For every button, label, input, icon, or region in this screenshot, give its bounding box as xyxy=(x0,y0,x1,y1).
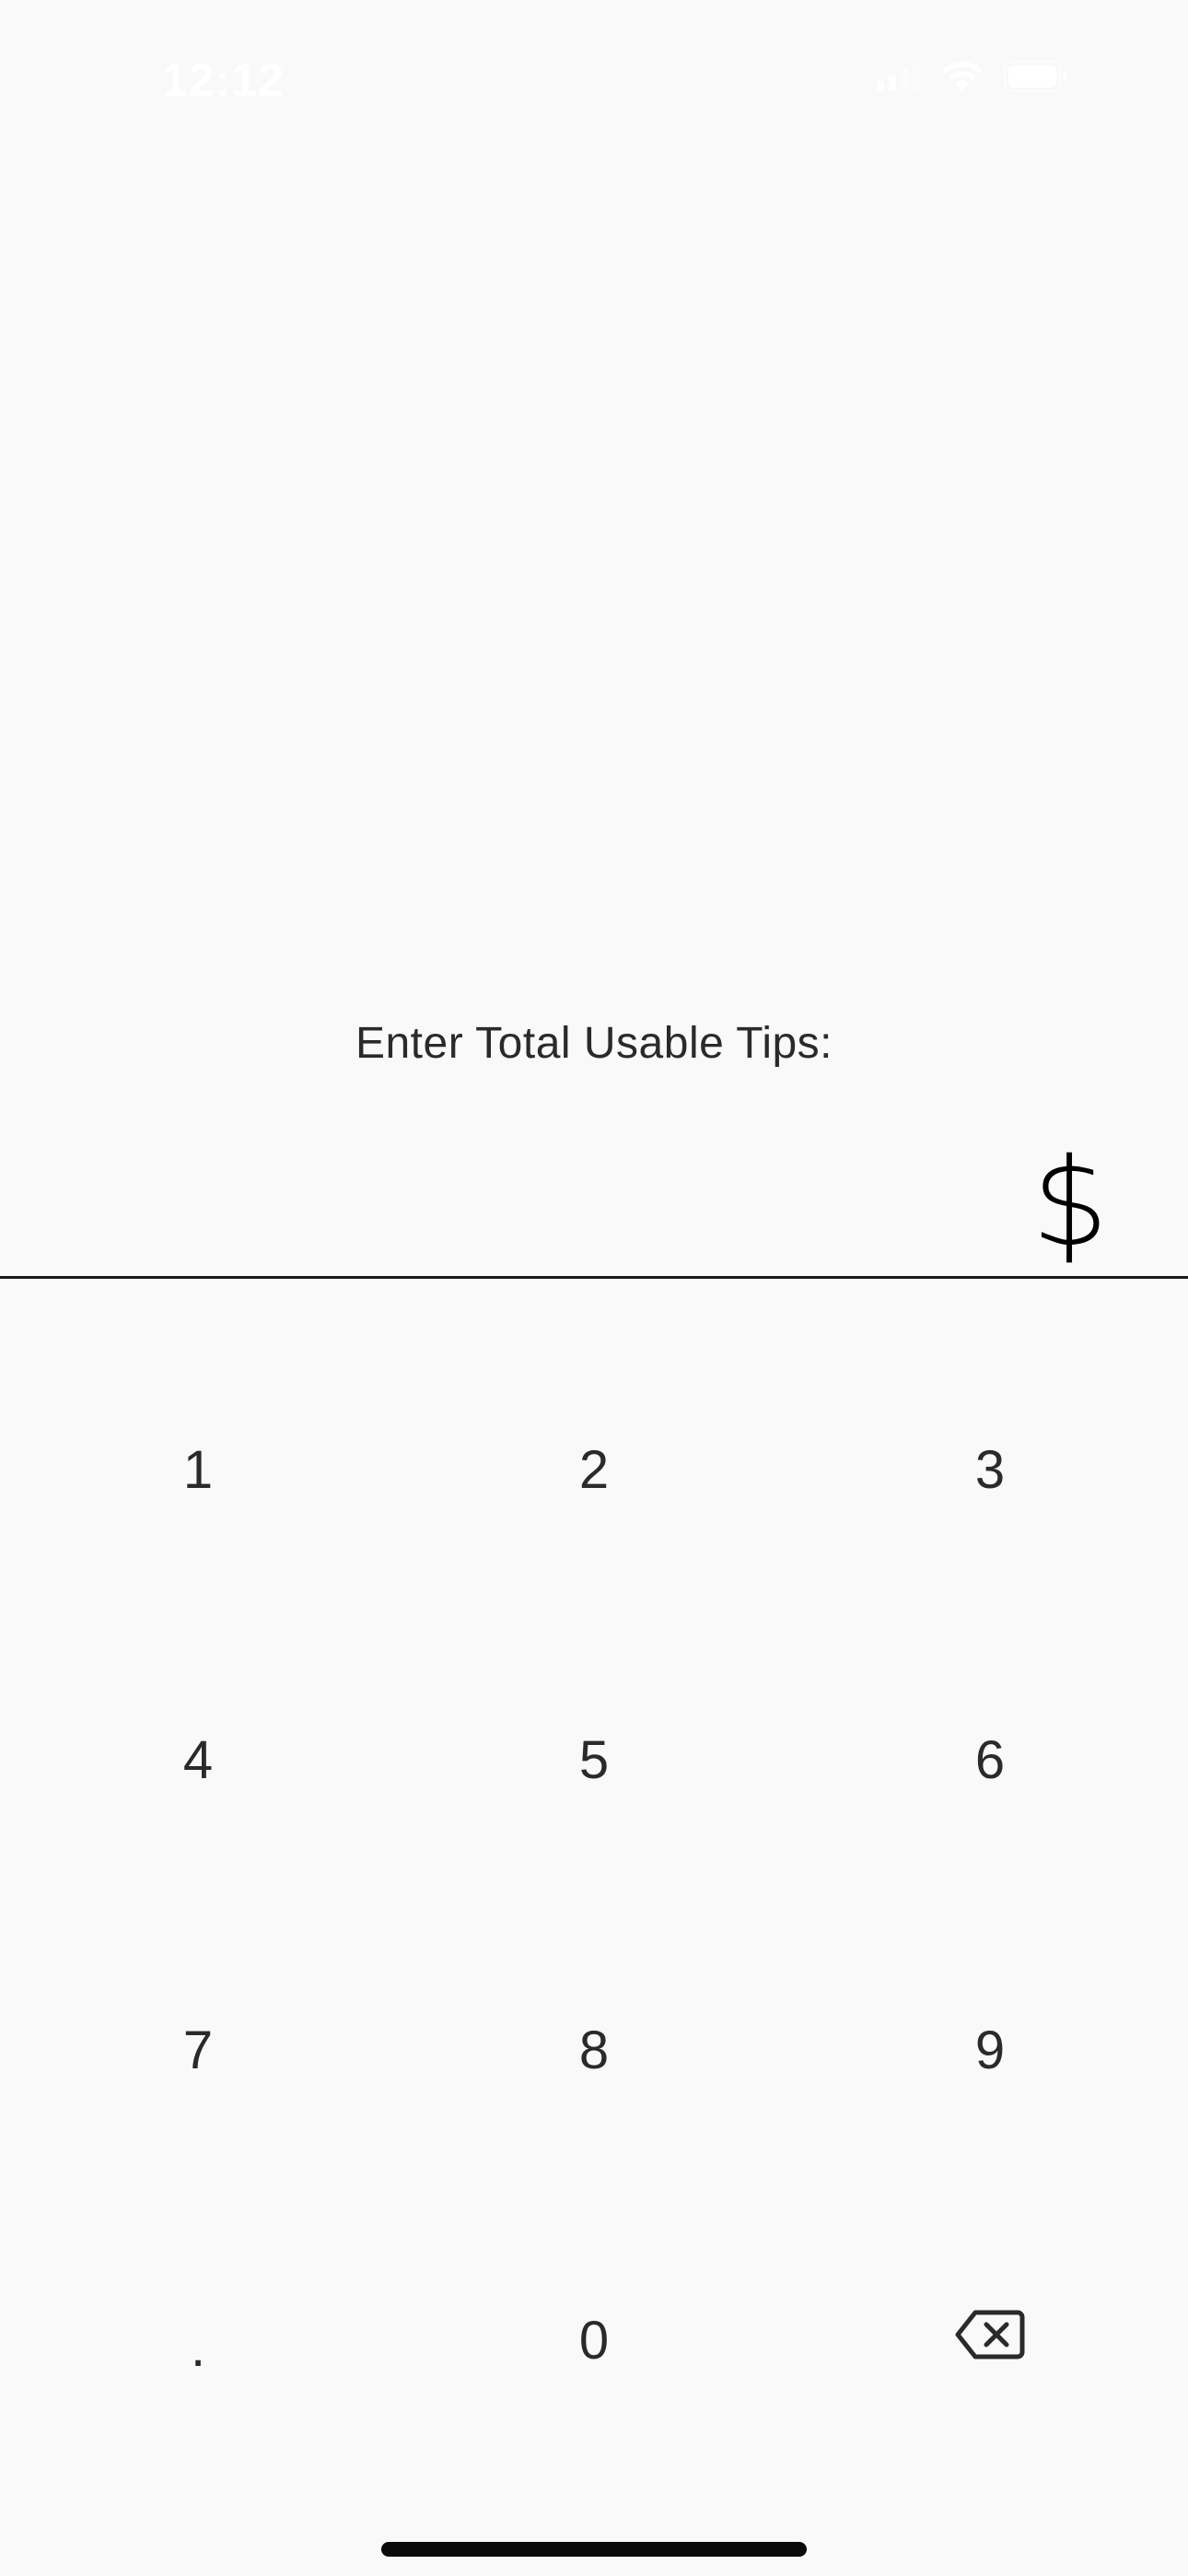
backspace-icon xyxy=(955,2309,1025,2373)
key-0[interactable]: 0 xyxy=(396,2195,792,2486)
tips-prompt-label: Enter Total Usable Tips: xyxy=(355,1019,833,1068)
backspace-button[interactable] xyxy=(792,2195,1188,2486)
tips-amount-field[interactable]: $ xyxy=(0,1115,1188,1279)
key-3[interactable]: 3 xyxy=(792,1325,1188,1615)
status-icons xyxy=(877,61,1068,97)
status-time: 12:12 xyxy=(162,54,285,106)
signal-icon xyxy=(877,63,921,95)
key-2[interactable]: 2 xyxy=(396,1325,792,1615)
key-5[interactable]: 5 xyxy=(396,1615,792,1905)
home-indicator[interactable] xyxy=(381,2542,807,2557)
key-decimal-label: . xyxy=(190,2318,206,2378)
battery-icon xyxy=(1004,61,1068,97)
key-4[interactable]: 4 xyxy=(0,1615,396,1905)
key-7[interactable]: 7 xyxy=(0,1905,396,2195)
key-9[interactable]: 9 xyxy=(792,1905,1188,2195)
wifi-icon xyxy=(941,61,984,97)
numeric-keypad: 1 2 3 4 5 6 7 8 9 . 0 xyxy=(0,1325,1188,2486)
key-decimal[interactable]: . xyxy=(0,2195,396,2486)
currency-symbol: $ xyxy=(1031,1132,1109,1274)
key-1[interactable]: 1 xyxy=(0,1325,396,1615)
status-bar: 12:12 xyxy=(0,0,1188,157)
key-8[interactable]: 8 xyxy=(396,1905,792,2195)
key-6[interactable]: 6 xyxy=(792,1615,1188,1905)
